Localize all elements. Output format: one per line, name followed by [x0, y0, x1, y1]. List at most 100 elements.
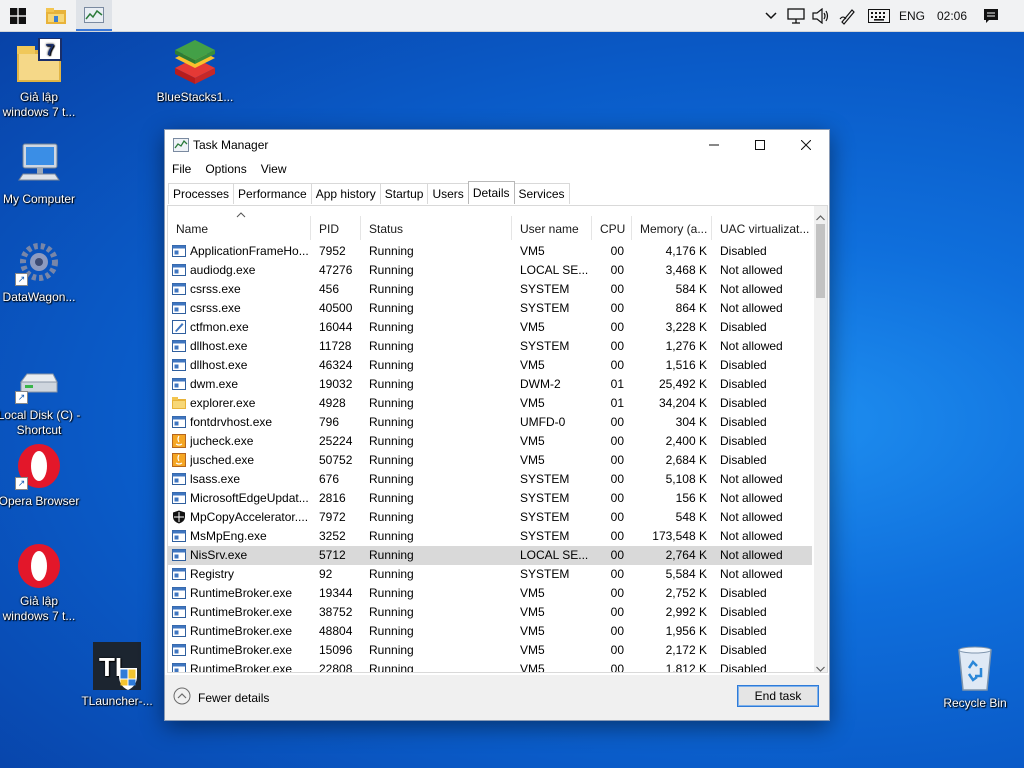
desktop-icon-tlauncher[interactable]: TL TLauncher-... [74, 642, 160, 709]
cell-status: Running [369, 320, 414, 334]
cell-name: csrss.exe [190, 301, 241, 315]
table-row[interactable]: MicrosoftEdgeUpdat... 2816 Running SYSTEM 00… [168, 489, 812, 508]
shortcut-arrow-icon: ↗ [15, 477, 28, 490]
cell-pid: 50752 [319, 453, 353, 467]
cell-memory: 548 K [675, 510, 707, 524]
window-icon [172, 415, 186, 429]
process-list: ApplicationFrameHo... 7952 Running VM5 00 4,1… [168, 242, 812, 672]
table-row[interactable]: NisSrv.exe 5712 Running LOCAL SE... 00 2,764 … [168, 546, 812, 565]
cell-cpu: 00 [610, 434, 624, 448]
cell-pid: 16044 [319, 320, 353, 334]
cell-user-name: VM5 [520, 320, 545, 334]
tab-startup[interactable]: Startup [379, 183, 429, 204]
desktop-icon-recycle-bin[interactable]: Recycle Bin [932, 644, 1018, 711]
table-row[interactable]: RuntimeBroker.exe 15096 Running VM5 00 2,172 … [168, 641, 812, 660]
cell-uac: Not allowed [720, 491, 783, 505]
table-row[interactable]: dllhost.exe 11728 Running SYSTEM 00 1,276 K No… [168, 337, 812, 356]
cell-cpu: 00 [610, 320, 624, 334]
tab-details[interactable]: Details [467, 181, 515, 204]
cell-name: jucheck.exe [190, 434, 254, 448]
network-icon[interactable] [784, 0, 808, 31]
column-header-cpu[interactable]: CPU [592, 216, 632, 240]
desktop-icon-my-computer[interactable]: My Computer [0, 140, 82, 207]
cell-user-name: LOCAL SE... [520, 548, 589, 562]
table-row[interactable]: lsass.exe 676 Running SYSTEM 00 5,108 K Not al… [168, 470, 812, 489]
table-row[interactable]: Registry 92 Running SYSTEM 00 5,584 K Not allo… [168, 565, 812, 584]
table-row[interactable]: ctfmon.exe 16044 Running VM5 00 3,228 K Disabl… [168, 318, 812, 337]
table-row[interactable]: RuntimeBroker.exe 48804 Running VM5 00 1,956 … [168, 622, 812, 641]
keyboard-icon[interactable] [866, 0, 892, 31]
end-task-button[interactable]: End task [737, 685, 819, 707]
window-icon [172, 339, 186, 353]
table-row[interactable]: RuntimeBroker.exe 22808 Running VM5 00 1,812 … [168, 660, 812, 672]
clock[interactable]: 02:06 [932, 0, 972, 31]
table-row[interactable]: MsMpEng.exe 3252 Running SYSTEM 00 173,548 K N… [168, 527, 812, 546]
cell-cpu: 00 [610, 415, 624, 429]
column-header-pid[interactable]: PID [311, 216, 361, 240]
scroll-up-arrow-icon[interactable] [816, 210, 825, 224]
title-bar[interactable]: Task Manager [165, 130, 829, 160]
tab-services[interactable]: Services [513, 183, 570, 204]
tab-processes[interactable]: Processes [168, 183, 235, 204]
chevron-up-icon[interactable] [760, 0, 782, 31]
action-center-icon[interactable] [978, 0, 1004, 31]
maximize-button[interactable] [737, 130, 783, 160]
column-header-uac[interactable]: UAC virtualizat... [712, 216, 812, 240]
table-row[interactable]: dwm.exe 19032 Running DWM-2 01 25,492 K Disabl… [168, 375, 812, 394]
desktop-icon-opera-windows7[interactable]: Giả lập windows 7 t... [0, 542, 82, 624]
pen-icon[interactable] [836, 0, 860, 31]
file-explorer-icon[interactable] [38, 0, 74, 31]
cell-user-name: UMFD-0 [520, 415, 566, 429]
table-row[interactable]: csrss.exe 456 Running SYSTEM 00 584 K Not allo… [168, 280, 812, 299]
table-row[interactable]: explorer.exe 4928 Running VM5 01 34,204 K Disa… [168, 394, 812, 413]
menu-file[interactable]: File [165, 160, 198, 180]
window-icon [172, 605, 186, 619]
close-button[interactable] [783, 130, 829, 160]
table-row[interactable]: RuntimeBroker.exe 19344 Running VM5 00 2,752 … [168, 584, 812, 603]
cell-memory: 2,172 K [665, 643, 707, 657]
cell-memory: 25,492 K [658, 377, 707, 391]
table-row[interactable]: jusched.exe 50752 Running VM5 00 2,684 K Disab… [168, 451, 812, 470]
table-row[interactable]: ApplicationFrameHo... 7952 Running VM5 00 4,1… [168, 242, 812, 261]
desktop-icon-windows7-emulator[interactable]: 7 Giả lập windows 7 t... [0, 37, 82, 120]
menu-options[interactable]: Options [198, 160, 253, 180]
windows-start-icon[interactable] [0, 0, 36, 31]
column-header-memory[interactable]: Memory (a... [632, 216, 712, 240]
table-row[interactable]: csrss.exe 40500 Running SYSTEM 00 864 K Not al… [168, 299, 812, 318]
table-row[interactable]: fontdrvhost.exe 796 Running UMFD-0 00 304 K Di… [168, 413, 812, 432]
cell-uac: Not allowed [720, 567, 783, 581]
scrollbar-thumb[interactable] [816, 224, 825, 298]
desktop-icon-local-disk[interactable]: ↗ Local Disk (C) - Shortcut [0, 356, 82, 438]
cell-user-name: VM5 [520, 396, 545, 410]
table-row[interactable]: jucheck.exe 25224 Running VM5 00 2,400 K Disab… [168, 432, 812, 451]
scroll-down-arrow-icon[interactable] [816, 661, 825, 672]
cell-uac: Not allowed [720, 529, 783, 543]
desktop-icon-label: Local Disk (C) - Shortcut [0, 408, 81, 437]
language-indicator[interactable]: ENG [896, 0, 928, 31]
opera-icon: ↗ [15, 442, 63, 490]
column-header-name[interactable]: Name [168, 216, 311, 240]
cell-uac: Disabled [720, 415, 767, 429]
cell-user-name: VM5 [520, 624, 545, 638]
volume-icon[interactable] [810, 0, 832, 31]
tab-app-history[interactable]: App history [310, 183, 381, 204]
folder-icon: 7 [15, 37, 63, 86]
cell-cpu: 00 [610, 339, 624, 353]
column-header-user-name[interactable]: User name [512, 216, 592, 240]
table-row[interactable]: MpCopyAccelerator.... 7972 Running SYSTEM 00… [168, 508, 812, 527]
menu-view[interactable]: View [254, 160, 294, 180]
tab-performance[interactable]: Performance [233, 183, 312, 204]
minimize-button[interactable] [691, 130, 737, 160]
fewer-details-button[interactable]: Fewer details [173, 687, 269, 708]
vertical-scrollbar[interactable] [814, 206, 827, 672]
cell-status: Running [369, 643, 414, 657]
table-row[interactable]: RuntimeBroker.exe 38752 Running VM5 00 2,992 … [168, 603, 812, 622]
table-row[interactable]: dllhost.exe 46324 Running VM5 00 1,516 K Disab… [168, 356, 812, 375]
desktop-icon-bluestacks[interactable]: BlueStacks1... [152, 38, 238, 105]
table-row[interactable]: audiodg.exe 47276 Running LOCAL SE... 00 3,46… [168, 261, 812, 280]
desktop-icon-datawagon[interactable]: ↗ DataWagon... [0, 238, 82, 305]
desktop-icon-opera[interactable]: ↗ Opera Browser [0, 442, 82, 509]
tab-users[interactable]: Users [427, 183, 469, 204]
task-manager-icon[interactable] [76, 0, 112, 31]
column-header-status[interactable]: Status [361, 216, 512, 240]
